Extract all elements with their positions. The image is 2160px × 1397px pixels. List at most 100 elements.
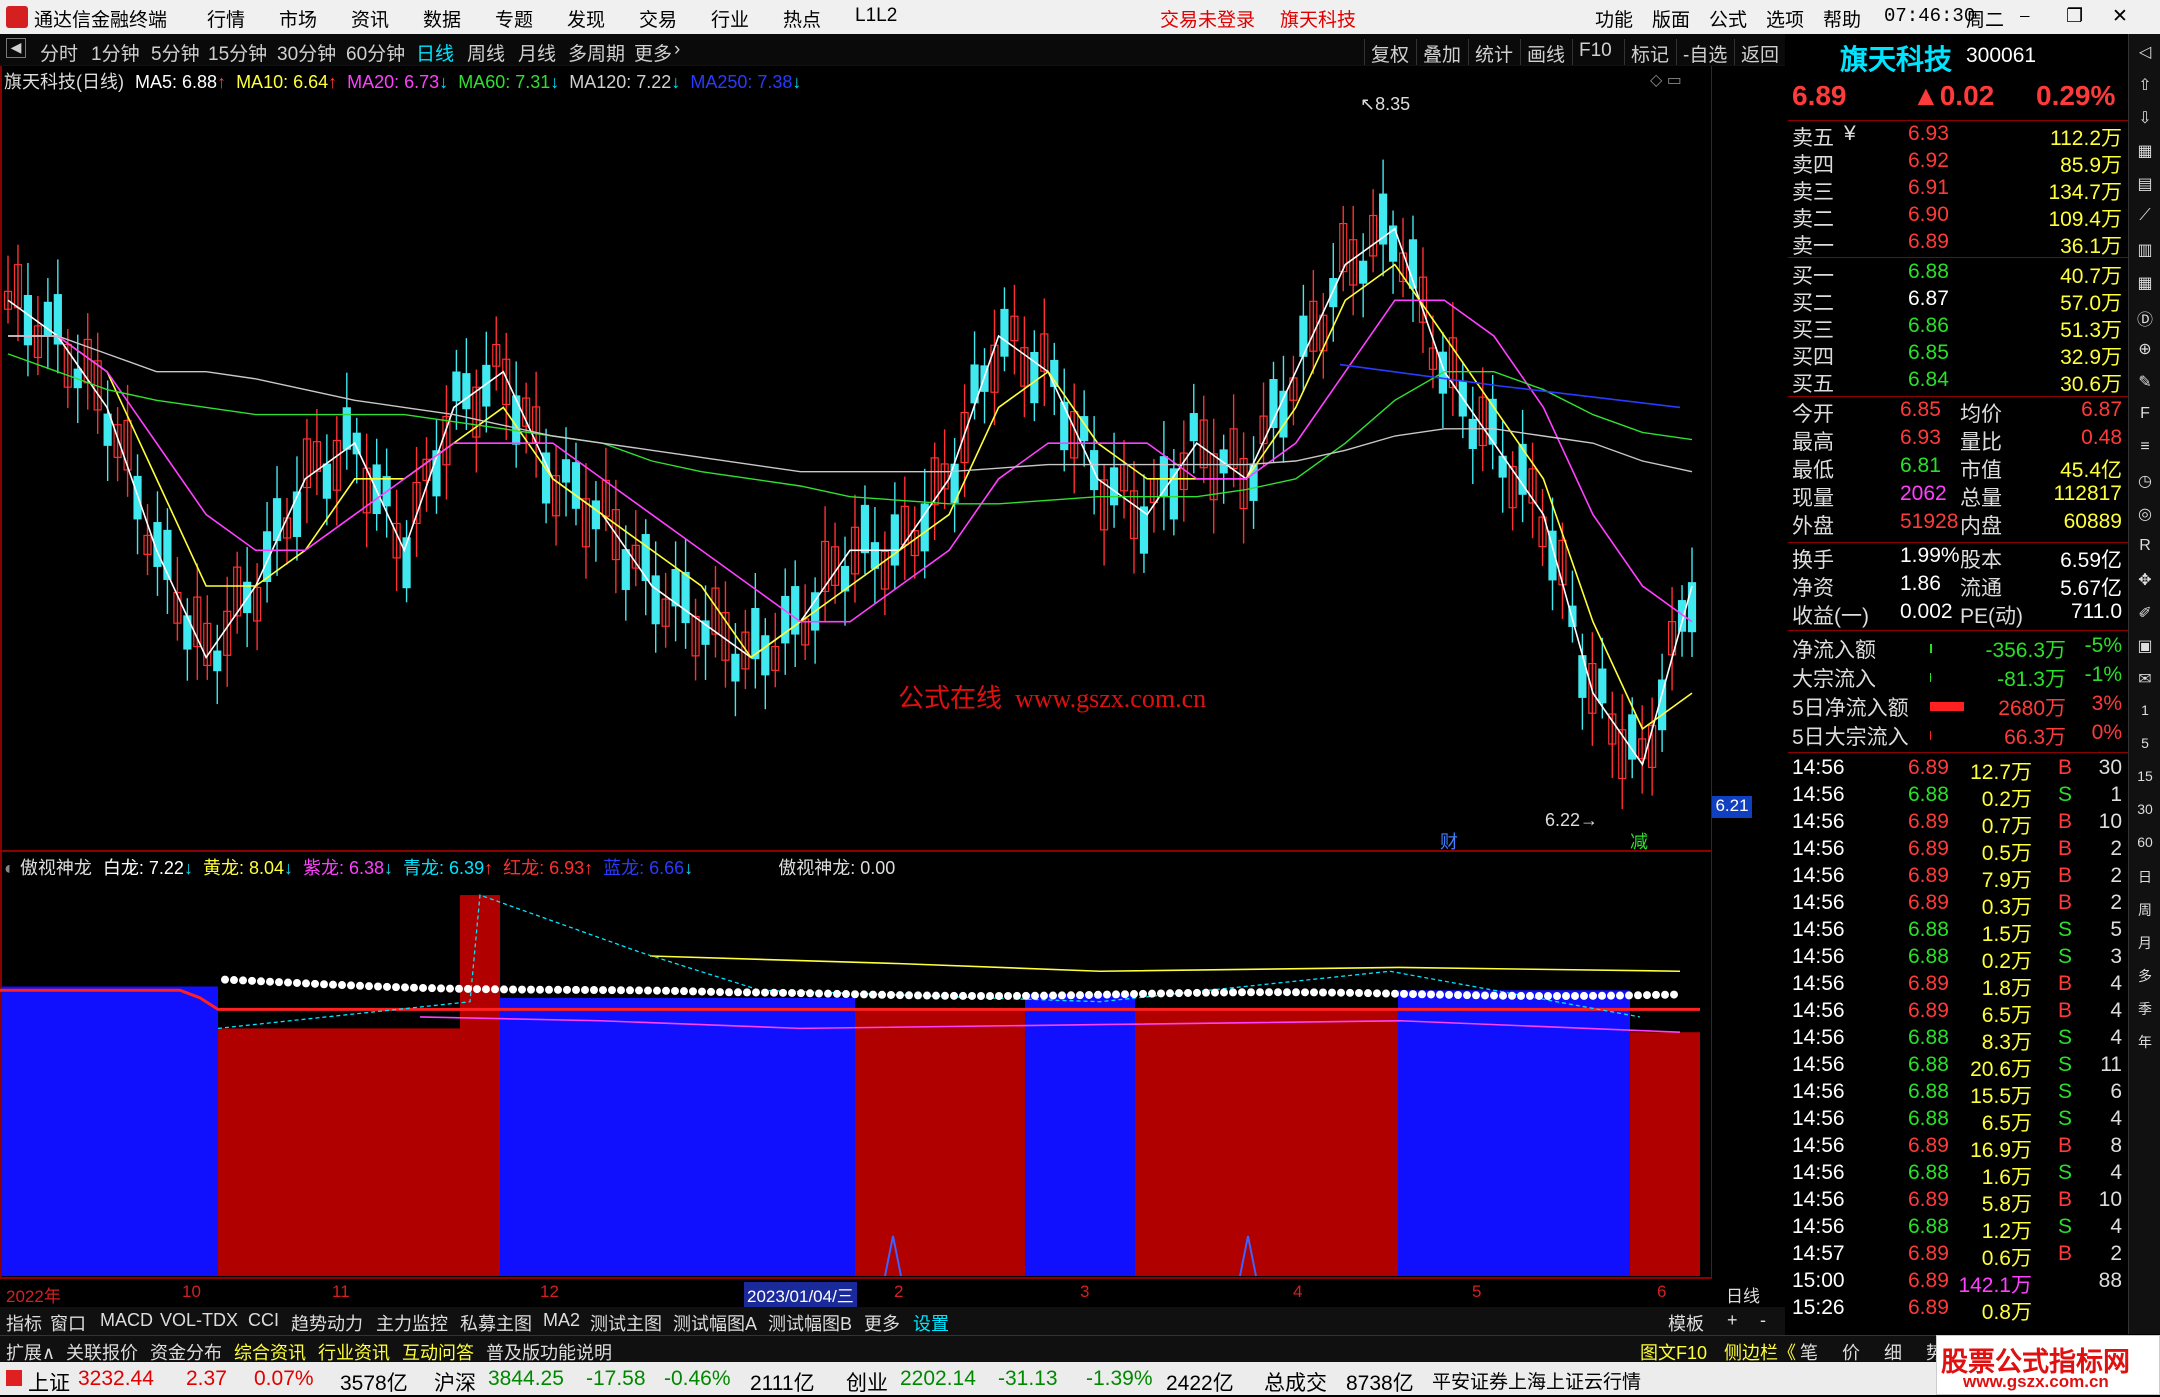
- template-button[interactable]: 模板: [1668, 1310, 1704, 1336]
- home-icon[interactable]: ◁: [2133, 42, 2157, 66]
- period-5min[interactable]: 5分钟: [151, 39, 200, 66]
- menu-hangqing[interactable]: 行情: [207, 5, 245, 32]
- tab-macd[interactable]: MACD: [100, 1310, 153, 1331]
- multi-icon[interactable]: 季: [2133, 999, 2157, 1023]
- menu-gongshi[interactable]: 公式: [1709, 5, 1747, 32]
- add-window-button[interactable]: +: [1727, 1310, 1738, 1331]
- period-monthly[interactable]: 月线: [518, 39, 556, 66]
- fund-row[interactable]: 换手 1.99% 股本 6.59亿: [1790, 544, 2126, 572]
- tick-row[interactable]: 14:56 6.88 1.5万 S 5: [1790, 918, 2126, 946]
- tick-row[interactable]: 14:56 6.89 16.9万 B 8: [1790, 1134, 2126, 1162]
- tool-f10[interactable]: F10: [1572, 39, 1618, 65]
- tab-ma2[interactable]: MA2: [543, 1310, 580, 1331]
- season-icon[interactable]: 年: [2133, 1032, 2157, 1056]
- tab-ceshi-a[interactable]: 测试幅图A: [673, 1310, 757, 1336]
- table-icon[interactable]: ▦: [2133, 273, 2157, 297]
- note-icon[interactable]: ✉: [2133, 669, 2157, 693]
- menu-zhuanti[interactable]: 专题: [495, 5, 533, 32]
- menu-shichang[interactable]: 市场: [279, 5, 317, 32]
- sh-name[interactable]: 上证: [28, 1367, 70, 1397]
- down-arrow-icon[interactable]: ⇩: [2133, 108, 2157, 132]
- minimize-icon[interactable]: ⎯: [2020, 5, 2030, 27]
- tick-row[interactable]: 14:56 6.89 5.8万 B 10: [1790, 1188, 2126, 1216]
- pen-icon[interactable]: ✐: [2133, 603, 2157, 627]
- info-icon[interactable]: ⊕: [2133, 339, 2157, 363]
- bid-row[interactable]: 买四 6.85 32.9万: [1790, 341, 2126, 369]
- remove-window-button[interactable]: -: [1760, 1310, 1766, 1331]
- menu-redian[interactable]: 热点: [783, 5, 821, 32]
- tick-row[interactable]: 14:56 6.89 6.5万 B 4: [1790, 999, 2126, 1027]
- period-1min[interactable]: 1分钟: [91, 39, 140, 66]
- fund-icon[interactable]: Ⓓ: [2133, 306, 2157, 330]
- tick-row[interactable]: 14:56 6.88 15.5万 S 6: [1790, 1080, 2126, 1108]
- fund-row[interactable]: 净资 1.86 流通 5.67亿: [1790, 572, 2126, 600]
- tab-vol[interactable]: VOL-TDX: [160, 1310, 238, 1331]
- tick-row[interactable]: 14:56 6.89 7.9万 B 2: [1790, 864, 2126, 892]
- num-15-icon[interactable]: 15: [2133, 768, 2157, 792]
- tick-row[interactable]: 14:57 6.89 0.6万 B 2: [1790, 1242, 2126, 1270]
- close-icon[interactable]: ✕: [2112, 5, 2128, 28]
- event-tag-cai[interactable]: 财: [1440, 828, 1458, 854]
- trade-login-status[interactable]: 交易未登录: [1160, 5, 1255, 32]
- week-icon[interactable]: 周: [2133, 900, 2157, 924]
- tick-row[interactable]: 15:00 6.89 142.1万 88: [1790, 1269, 2126, 1297]
- period-30min[interactable]: 30分钟: [277, 39, 336, 66]
- tick-row[interactable]: 14:56 6.89 0.3万 B 2: [1790, 891, 2126, 919]
- up-arrow-icon[interactable]: ⇧: [2133, 75, 2157, 99]
- tab-more[interactable]: 更多: [864, 1310, 900, 1336]
- bar-chart-icon[interactable]: ▥: [2133, 240, 2157, 264]
- line-chart-icon[interactable]: ⟋: [2133, 207, 2157, 231]
- tick-row[interactable]: 14:56 6.88 8.3万 S 4: [1790, 1026, 2126, 1054]
- period-multi[interactable]: 多周期: [568, 39, 625, 66]
- tab-zhibiao[interactable]: 指标: [6, 1310, 42, 1336]
- ask-row[interactable]: 卖四 6.92 85.9万: [1790, 149, 2126, 177]
- hs-name[interactable]: 沪深: [434, 1367, 476, 1397]
- tool-huaxian[interactable]: 画线: [1520, 39, 1571, 66]
- menu-shuju[interactable]: 数据: [423, 5, 461, 32]
- tick-row[interactable]: 14:56 6.88 0.2万 S 1: [1790, 783, 2126, 811]
- list-icon[interactable]: ▦: [2133, 141, 2157, 165]
- news-icon[interactable]: ✎: [2133, 372, 2157, 396]
- stat-row[interactable]: 最低 6.81 市值 45.4亿: [1790, 454, 2126, 482]
- level-icon[interactable]: ≡: [2133, 438, 2157, 462]
- tool-fanhui[interactable]: 返回: [1734, 39, 1785, 66]
- kline-chart[interactable]: 8.208.007.807.607.407.207.006.806.606.40…: [0, 66, 1712, 1279]
- tool-zixuan[interactable]: -自选: [1676, 39, 1733, 66]
- menu-gongneng[interactable]: 功能: [1595, 5, 1633, 32]
- flow-row[interactable]: 净流入额 -356.3万 -5%: [1790, 634, 2126, 662]
- fund-row[interactable]: 收益(一) 0.002 PE(动) 711.0: [1790, 600, 2126, 628]
- tab-qushi[interactable]: 趋势动力: [291, 1310, 363, 1336]
- tick-row[interactable]: 14:56 6.89 0.5万 B 2: [1790, 837, 2126, 865]
- ask-row[interactable]: 卖二 6.90 109.4万: [1790, 203, 2126, 231]
- menu-xuanxiang[interactable]: 选项: [1766, 5, 1804, 32]
- menu-bangzhu[interactable]: 帮助: [1823, 5, 1861, 32]
- tab-simu[interactable]: 私募主图: [460, 1310, 532, 1336]
- bid-row[interactable]: 买三 6.86 51.3万: [1790, 314, 2126, 342]
- cy-name[interactable]: 创业: [846, 1367, 888, 1397]
- data-source[interactable]: 平安证券上海上证云行情: [1432, 1367, 1641, 1394]
- tick-row[interactable]: 14:56 6.88 1.6万 S 4: [1790, 1161, 2126, 1189]
- more-arrow-icon[interactable]: ›: [674, 39, 680, 61]
- ask-row[interactable]: 卖一 6.89 36.1万: [1790, 230, 2126, 258]
- tick-row[interactable]: 14:56 6.88 20.6万 S 11: [1790, 1053, 2126, 1081]
- flow-row[interactable]: 大宗流入 -81.3万 -1%: [1790, 663, 2126, 691]
- history-icon[interactable]: ◷: [2133, 471, 2157, 495]
- num-1-icon[interactable]: 1: [2133, 702, 2157, 726]
- period-fenshi[interactable]: 分时: [40, 39, 78, 66]
- tool-tongji[interactable]: 统计: [1468, 39, 1519, 66]
- f10-icon[interactable]: F: [2133, 405, 2157, 429]
- tab-chuangkou[interactable]: 窗口: [50, 1310, 86, 1336]
- stat-row[interactable]: 现量 2062 总量 112817: [1790, 482, 2126, 510]
- period-more[interactable]: 更多: [634, 39, 672, 66]
- menu-zixun[interactable]: 资讯: [351, 5, 389, 32]
- num-30-icon[interactable]: 30: [2133, 801, 2157, 825]
- tick-row[interactable]: 14:56 6.89 0.7万 B 10: [1790, 810, 2126, 838]
- period-15min[interactable]: 15分钟: [208, 39, 267, 66]
- tick-row[interactable]: 14:56 6.88 0.2万 S 3: [1790, 945, 2126, 973]
- sub-collapse-icon[interactable]: ◐: [4, 858, 15, 878]
- tool-diejia[interactable]: 叠加: [1416, 39, 1467, 66]
- ask-row[interactable]: 卖三 6.91 134.7万: [1790, 176, 2126, 204]
- tab-ceshi-b[interactable]: 测试幅图B: [768, 1310, 852, 1336]
- layer-icon[interactable]: ▣: [2133, 636, 2157, 660]
- event-tag-jian[interactable]: 减: [1630, 828, 1648, 854]
